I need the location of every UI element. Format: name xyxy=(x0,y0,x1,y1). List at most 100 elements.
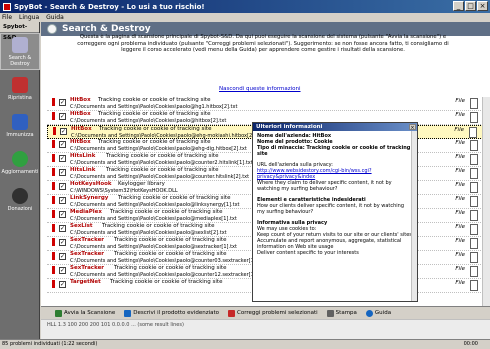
result-type: File xyxy=(455,140,465,146)
file-icon xyxy=(470,154,478,165)
file-icon xyxy=(470,98,478,109)
file-icon xyxy=(470,210,478,221)
result-type: File xyxy=(455,182,465,188)
result-checkbox[interactable]: ✓ xyxy=(59,239,66,246)
info-icon xyxy=(124,309,132,317)
result-checkbox[interactable]: ✓ xyxy=(59,225,66,232)
result-type: File xyxy=(455,266,465,272)
result-path: C:\WINDOWS\System32\HotKeysHOOK.DLL xyxy=(70,188,178,194)
sidebar-item-immunizza[interactable]: Immunizza xyxy=(0,107,40,144)
result-checkbox[interactable]: ✓ xyxy=(59,211,66,218)
status-time: 00:00 xyxy=(463,341,478,347)
result-checkbox[interactable]: ✓ xyxy=(59,113,66,120)
status-text: 85 problemi individuati (1:22 secondi) xyxy=(2,341,98,347)
sidebar-item-label: Immunizza xyxy=(6,131,34,138)
sidebar-item-label: Search & Destroy xyxy=(8,54,32,67)
popup-title: Ulteriori informazioni xyxy=(253,123,417,131)
result-checkbox[interactable]: ✓ xyxy=(59,281,66,288)
result-checkbox[interactable]: ✓ xyxy=(59,141,66,148)
menu-lingua[interactable]: Lingua xyxy=(19,14,39,21)
warning-icon xyxy=(52,210,55,218)
result-row[interactable]: ✓ HitBox Tracking cookie or cookie of trac… xyxy=(47,97,483,111)
describe-product-label: Descrivi il prodotto evidenziato xyxy=(133,310,219,316)
sidebar-item-label: Donazioni xyxy=(7,205,33,212)
result-path: C:\Documents and Settings\Paolo\Cookies\… xyxy=(70,244,237,250)
result-desc: Keylogger library xyxy=(118,181,165,187)
result-checkbox[interactable]: ✓ xyxy=(59,183,66,190)
result-checkbox[interactable]: ✓ xyxy=(59,169,66,176)
result-desc: Tracking cookie or cookie of tracking si… xyxy=(110,279,223,285)
result-path: C:\Documents and Settings\Paolo\Cookies\… xyxy=(70,202,240,208)
restore-icon xyxy=(12,76,28,93)
warning-icon xyxy=(52,140,55,148)
result-name: HotKeysHook xyxy=(70,181,112,187)
sidebar-item-aggiornamenti[interactable]: Aggiornamenti xyxy=(0,144,40,181)
menu-file[interactable]: File xyxy=(2,14,12,21)
fix-problems-label: Correggi problemi selezionati xyxy=(237,310,318,316)
result-type: File xyxy=(455,238,465,244)
result-type: File xyxy=(455,210,465,216)
result-name: SexTracker xyxy=(70,237,105,243)
file-icon xyxy=(470,238,478,249)
popup-close-button[interactable]: × xyxy=(409,124,416,131)
result-type: File xyxy=(455,196,465,202)
result-desc: Tracking cookie or cookie of tracking si… xyxy=(98,97,211,103)
result-name: SexTracker xyxy=(70,265,105,271)
fix-problems-button[interactable]: Correggi problemi selezionati xyxy=(228,309,318,317)
result-type: File xyxy=(455,252,465,258)
result-path: C:\Documents and Settings\Paolo\Cookies\… xyxy=(70,174,250,180)
file-icon xyxy=(470,252,478,263)
file-icon xyxy=(470,182,478,193)
print-button[interactable]: Stampa xyxy=(326,309,357,317)
file-icon xyxy=(470,168,478,179)
start-scan-button[interactable]: Avvia la Scansione xyxy=(55,309,115,317)
intro-text: Questa è la pagina di scansione principa… xyxy=(77,34,449,53)
describe-product-button[interactable]: Descrivi il prodotto evidenziato xyxy=(124,309,219,317)
hide-info-link[interactable]: Nascondi queste informazioni xyxy=(219,86,301,92)
privacy-url-link[interactable]: http://www.websidestory.com/cgi-bin/wss.… xyxy=(257,168,413,180)
result-checkbox[interactable]: ✓ xyxy=(59,197,66,204)
result-checkbox[interactable]: ✓ xyxy=(59,267,66,274)
result-desc: Tracking cookie or cookie of tracking si… xyxy=(114,237,227,243)
minimize-button[interactable]: _ xyxy=(453,1,464,11)
scan-icon xyxy=(55,309,62,317)
warning-icon xyxy=(52,112,55,120)
popup-scrollbar[interactable] xyxy=(411,131,417,301)
help-button[interactable]: Guida xyxy=(365,309,391,317)
result-type: File xyxy=(455,112,465,118)
privacy-url-desc: Where they claim to deliver specific con… xyxy=(257,180,392,192)
result-type: File xyxy=(455,154,465,160)
warning-icon xyxy=(52,98,55,106)
result-desc: Tracking cookie or cookie of tracking si… xyxy=(110,209,223,215)
sidebar-item-donazioni[interactable]: Donazioni xyxy=(0,181,40,218)
result-checkbox[interactable]: ✓ xyxy=(59,253,66,260)
result-desc: Tracking cookie or cookie of tracking si… xyxy=(118,195,231,201)
privacy-text: We may use cookies to: Keep count of you… xyxy=(257,226,412,256)
result-desc: Tracking cookie or cookie of tracking si… xyxy=(106,167,219,173)
result-checkbox[interactable]: ✓ xyxy=(59,155,66,162)
result-name: SexList xyxy=(70,223,93,229)
search-destroy-header-icon xyxy=(47,24,57,34)
title-bar: SpyBot - Search & Destroy - Lo usi a tuo… xyxy=(0,0,490,13)
sidebar-item-ripristina[interactable]: Ripristina xyxy=(0,70,40,107)
printer-icon xyxy=(326,309,334,317)
menu-bar: File Lingua Guida xyxy=(0,13,490,22)
result-checkbox[interactable]: ✓ xyxy=(60,128,67,135)
maximize-button[interactable]: □ xyxy=(465,1,476,11)
result-desc: Tracking cookie or cookie of tracking si… xyxy=(98,111,211,117)
result-desc: Tracking cookie or cookie of tracking si… xyxy=(98,139,211,145)
globe-icon xyxy=(12,150,28,167)
result-path: C:\Documents and Settings\Paolo\Cookies\… xyxy=(70,160,253,166)
results-scrollbar[interactable] xyxy=(482,97,490,307)
close-button[interactable]: × xyxy=(477,1,488,11)
bottom-log-area[interactable]: HLL 1.3 100 200 200 101 0.0.0.0 ... (som… xyxy=(41,319,490,339)
warning-icon xyxy=(52,266,55,274)
result-checkbox[interactable]: ✓ xyxy=(59,99,66,106)
warning-icon xyxy=(52,224,55,232)
warning-icon xyxy=(52,168,55,176)
info-popup: Ulteriori informazioni × Nome dell'azien… xyxy=(252,122,418,302)
result-name: HitsLink xyxy=(70,153,96,159)
result-type: File xyxy=(455,168,465,174)
result-name: LinkSynergy xyxy=(70,195,109,201)
menu-guida[interactable]: Guida xyxy=(46,14,64,21)
